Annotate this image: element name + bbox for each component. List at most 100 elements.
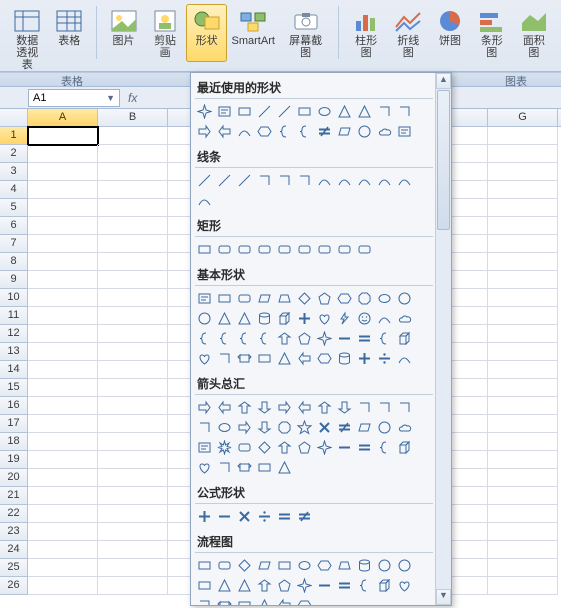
- cell[interactable]: [488, 523, 558, 541]
- shape-icon[interactable]: [315, 576, 334, 595]
- cell[interactable]: [28, 397, 98, 415]
- shape-icon[interactable]: [395, 309, 414, 328]
- cell[interactable]: [28, 217, 98, 235]
- row-header[interactable]: 18: [0, 433, 28, 451]
- cell[interactable]: [98, 235, 168, 253]
- cell[interactable]: [98, 199, 168, 217]
- cell[interactable]: [488, 415, 558, 433]
- shape-icon[interactable]: [255, 398, 274, 417]
- shape-icon[interactable]: [215, 122, 234, 141]
- cell[interactable]: [98, 577, 168, 595]
- shape-icon[interactable]: [375, 556, 394, 575]
- cell[interactable]: [28, 415, 98, 433]
- shape-icon[interactable]: [355, 438, 374, 457]
- shape-icon[interactable]: [395, 102, 414, 121]
- cell[interactable]: [28, 235, 98, 253]
- shape-icon[interactable]: [195, 289, 214, 308]
- cell[interactable]: [28, 325, 98, 343]
- row-header[interactable]: 9: [0, 271, 28, 289]
- shape-icon[interactable]: [255, 289, 274, 308]
- shape-icon[interactable]: [235, 171, 254, 190]
- shape-icon[interactable]: [375, 349, 394, 368]
- row-header[interactable]: 13: [0, 343, 28, 361]
- shape-icon[interactable]: [255, 171, 274, 190]
- shape-icon[interactable]: [335, 418, 354, 437]
- shape-icon[interactable]: [195, 309, 214, 328]
- shape-icon[interactable]: [215, 349, 234, 368]
- shape-icon[interactable]: [215, 438, 234, 457]
- shape-icon[interactable]: [395, 398, 414, 417]
- cell[interactable]: [28, 307, 98, 325]
- cell[interactable]: [488, 541, 558, 559]
- shape-icon[interactable]: [235, 507, 254, 526]
- shape-icon[interactable]: [235, 102, 254, 121]
- name-box[interactable]: A1 ▼: [28, 89, 120, 107]
- row-header[interactable]: 24: [0, 541, 28, 559]
- cell[interactable]: [28, 199, 98, 217]
- shape-icon[interactable]: [375, 309, 394, 328]
- cell[interactable]: [28, 271, 98, 289]
- cell[interactable]: [488, 361, 558, 379]
- shape-icon[interactable]: [275, 329, 294, 348]
- shape-icon[interactable]: [335, 438, 354, 457]
- col-header-b[interactable]: B: [98, 109, 168, 126]
- shape-icon[interactable]: [335, 171, 354, 190]
- picture-button[interactable]: 图片: [103, 4, 144, 62]
- shape-icon[interactable]: [335, 240, 354, 259]
- shapes-scrollbar[interactable]: ▲ ▼: [435, 73, 451, 605]
- shape-icon[interactable]: [195, 576, 214, 595]
- cell[interactable]: [488, 127, 558, 145]
- shape-icon[interactable]: [295, 122, 314, 141]
- shape-icon[interactable]: [375, 329, 394, 348]
- shape-icon[interactable]: [315, 418, 334, 437]
- shape-icon[interactable]: [195, 596, 214, 605]
- cell[interactable]: [488, 307, 558, 325]
- shape-icon[interactable]: [235, 418, 254, 437]
- shape-icon[interactable]: [295, 596, 314, 605]
- row-header[interactable]: 19: [0, 451, 28, 469]
- cell[interactable]: [28, 577, 98, 595]
- shape-icon[interactable]: [275, 507, 294, 526]
- shape-icon[interactable]: [255, 122, 274, 141]
- shape-icon[interactable]: [275, 398, 294, 417]
- shape-icon[interactable]: [375, 171, 394, 190]
- shape-icon[interactable]: [255, 309, 274, 328]
- shape-icon[interactable]: [275, 309, 294, 328]
- cell[interactable]: [28, 379, 98, 397]
- shape-icon[interactable]: [215, 240, 234, 259]
- cell[interactable]: [98, 253, 168, 271]
- cell[interactable]: [488, 217, 558, 235]
- cell[interactable]: [98, 415, 168, 433]
- cell[interactable]: [488, 451, 558, 469]
- shape-icon[interactable]: [195, 418, 214, 437]
- row-header[interactable]: 23: [0, 523, 28, 541]
- shape-icon[interactable]: [255, 349, 274, 368]
- cell[interactable]: [98, 181, 168, 199]
- shape-icon[interactable]: [195, 171, 214, 190]
- cell[interactable]: [28, 541, 98, 559]
- shape-icon[interactable]: [375, 418, 394, 437]
- column-chart-button[interactable]: 柱形图: [345, 4, 387, 62]
- shape-icon[interactable]: [235, 309, 254, 328]
- cell[interactable]: [28, 523, 98, 541]
- cell[interactable]: [98, 397, 168, 415]
- cell[interactable]: [28, 505, 98, 523]
- shape-icon[interactable]: [215, 398, 234, 417]
- cell[interactable]: [28, 127, 98, 145]
- shape-icon[interactable]: [275, 418, 294, 437]
- shape-icon[interactable]: [395, 289, 414, 308]
- shape-icon[interactable]: [395, 418, 414, 437]
- shape-icon[interactable]: [235, 458, 254, 477]
- shape-icon[interactable]: [255, 329, 274, 348]
- shape-icon[interactable]: [295, 171, 314, 190]
- cell[interactable]: [488, 469, 558, 487]
- cell[interactable]: [488, 199, 558, 217]
- shape-icon[interactable]: [315, 102, 334, 121]
- cell[interactable]: [488, 145, 558, 163]
- cell[interactable]: [28, 433, 98, 451]
- shape-icon[interactable]: [275, 438, 294, 457]
- shape-icon[interactable]: [235, 122, 254, 141]
- cell[interactable]: [98, 271, 168, 289]
- row-header[interactable]: 5: [0, 199, 28, 217]
- row-header[interactable]: 1: [0, 127, 28, 145]
